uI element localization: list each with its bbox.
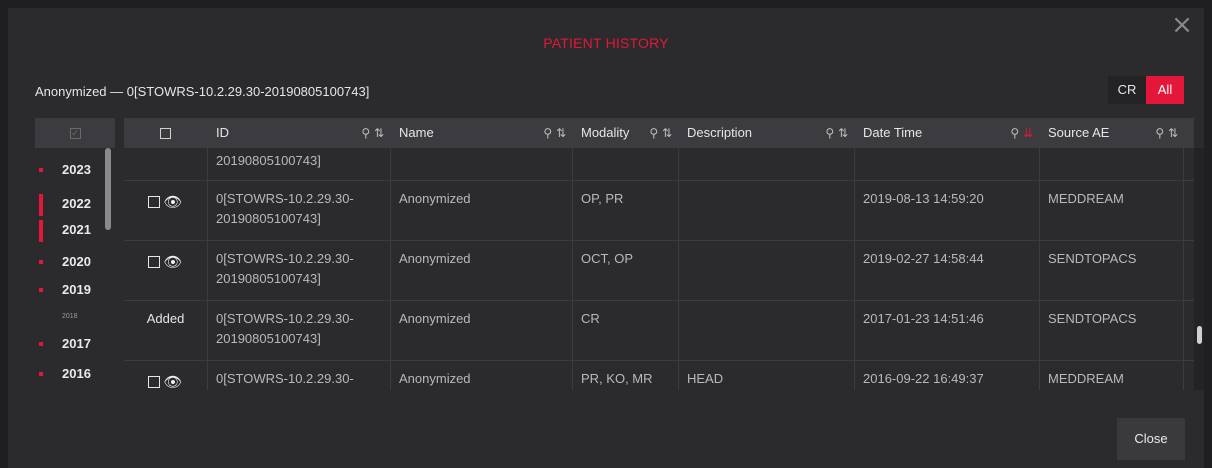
cell-datetime: 2019-08-13 14:59:20	[855, 181, 1040, 240]
cell-name: Anonymized	[391, 181, 573, 240]
eye-icon[interactable]: 👁	[163, 252, 182, 272]
cell-source-ae: MEDDREAM	[1040, 181, 1184, 240]
year-label: 2020	[62, 254, 91, 269]
year-label: 2021	[62, 222, 91, 237]
cell-source-ae: SENDTOPACS	[1040, 301, 1184, 360]
cell-id: 0[STOWRS-10.2.29.30- 20190805100743]	[208, 241, 391, 300]
close-button[interactable]: Close	[1117, 418, 1185, 460]
year-label: 2017	[62, 336, 91, 351]
table-row[interactable]: 20190805100743]	[124, 118, 1194, 180]
row-checkbox[interactable]	[148, 255, 161, 268]
cell-datetime: 2019-02-27 14:58:44	[855, 241, 1040, 300]
cell-modality: OP, PR	[573, 181, 679, 240]
cell-source-ae: MEDDREAM	[1040, 361, 1184, 390]
year-item-2023[interactable]: 2023	[35, 160, 105, 180]
filter-cr-button[interactable]: CR	[1108, 76, 1146, 104]
table-scrollbar-thumb[interactable]	[1197, 326, 1202, 344]
year-label: 2022	[62, 196, 91, 211]
filter-all-button[interactable]: All	[1146, 76, 1184, 104]
table-scrollbar-track[interactable]	[1194, 148, 1204, 390]
year-header: ✓	[35, 118, 115, 148]
year-label: 2018	[62, 313, 78, 320]
row-checkbox[interactable]	[148, 195, 161, 208]
cell-description	[679, 181, 855, 240]
cell-name: Anonymized	[391, 241, 573, 300]
year-item-2022[interactable]: 2022	[35, 194, 105, 216]
year-item-2020[interactable]: 2020	[35, 252, 105, 272]
added-status: Added	[124, 301, 208, 360]
patient-history-dialog: × PATIENT HISTORY Anonymized — 0[STOWRS-…	[8, 8, 1204, 468]
cell-datetime	[855, 119, 1040, 180]
cell-datetime: 2017-01-23 14:51:46	[855, 301, 1040, 360]
year-item-2018[interactable]: 2018	[35, 306, 105, 326]
year-item-2019[interactable]: 2019	[35, 280, 105, 300]
year-marker	[39, 260, 43, 264]
cell-description	[679, 301, 855, 360]
cell-modality: PR, KO, MR	[573, 361, 679, 390]
cell-modality: CR	[573, 301, 679, 360]
year-item-2017[interactable]: 2017	[35, 334, 105, 354]
cell-modality	[573, 119, 679, 180]
year-item-2016[interactable]: 2016	[35, 364, 105, 384]
cell-description	[679, 119, 855, 180]
year-scrollbar[interactable]	[105, 148, 111, 230]
year-marker	[39, 288, 43, 292]
table-row[interactable]: 👁 0[STOWRS-10.2.29.30- Anonymized PR, KO…	[124, 360, 1194, 390]
table-row[interactable]: 👁 0[STOWRS-10.2.29.30- 20190805100743] A…	[124, 240, 1194, 300]
cell-name: Anonymized	[391, 361, 573, 390]
select-all-years-checkbox[interactable]: ✓	[69, 127, 81, 139]
cell-name: Anonymized	[391, 301, 573, 360]
cell-id: 0[STOWRS-10.2.29.30-	[208, 361, 391, 390]
year-marker	[39, 194, 43, 216]
eye-icon[interactable]: 👁	[163, 372, 182, 390]
cell-source-ae	[1040, 119, 1184, 180]
cell-description	[679, 241, 855, 300]
year-marker	[39, 372, 43, 376]
cell-id: 0[STOWRS-10.2.29.30- 20190805100743]	[208, 181, 391, 240]
year-label: 2016	[62, 366, 91, 381]
cell-description: HEAD	[679, 361, 855, 390]
year-item-2021[interactable]: 2021	[35, 220, 105, 242]
row-checkbox[interactable]	[148, 375, 161, 388]
cell-id: 20190805100743]	[216, 153, 321, 168]
cell-source-ae: SENDTOPACS	[1040, 241, 1184, 300]
patient-subtitle: Anonymized — 0[STOWRS-10.2.29.30-2019080…	[35, 84, 370, 99]
cell-datetime: 2016-09-22 16:49:37	[855, 361, 1040, 390]
eye-icon[interactable]: 👁	[163, 192, 182, 212]
cell-id: 0[STOWRS-10.2.29.30- 20190805100743]	[208, 301, 391, 360]
table-row[interactable]: Added 0[STOWRS-10.2.29.30- 2019080510074…	[124, 300, 1194, 360]
year-timeline: ✓ 2023 2022 2021 2020 2019 2018 2017 201…	[35, 118, 115, 390]
year-marker	[39, 342, 43, 346]
table-body: 20190805100743] 👁 0[STOWRS-10.2.29.30- 2…	[124, 118, 1194, 390]
cell-name	[391, 119, 573, 180]
cell-modality: OCT, OP	[573, 241, 679, 300]
year-marker	[39, 220, 43, 242]
year-label: 2023	[62, 162, 91, 177]
table-row[interactable]: 👁 0[STOWRS-10.2.29.30- 20190805100743] A…	[124, 180, 1194, 240]
year-label: 2019	[62, 282, 91, 297]
year-list: 2023 2022 2021 2020 2019 2018 2017 2016	[35, 148, 115, 390]
year-marker	[39, 168, 43, 172]
studies-table: ID ⚲ ⇅ Name ⚲ ⇅ Modality ⚲ ⇅ Description…	[124, 118, 1204, 390]
dialog-title: PATIENT HISTORY	[543, 35, 669, 51]
modality-filter-toggle: CR All	[1108, 76, 1184, 104]
